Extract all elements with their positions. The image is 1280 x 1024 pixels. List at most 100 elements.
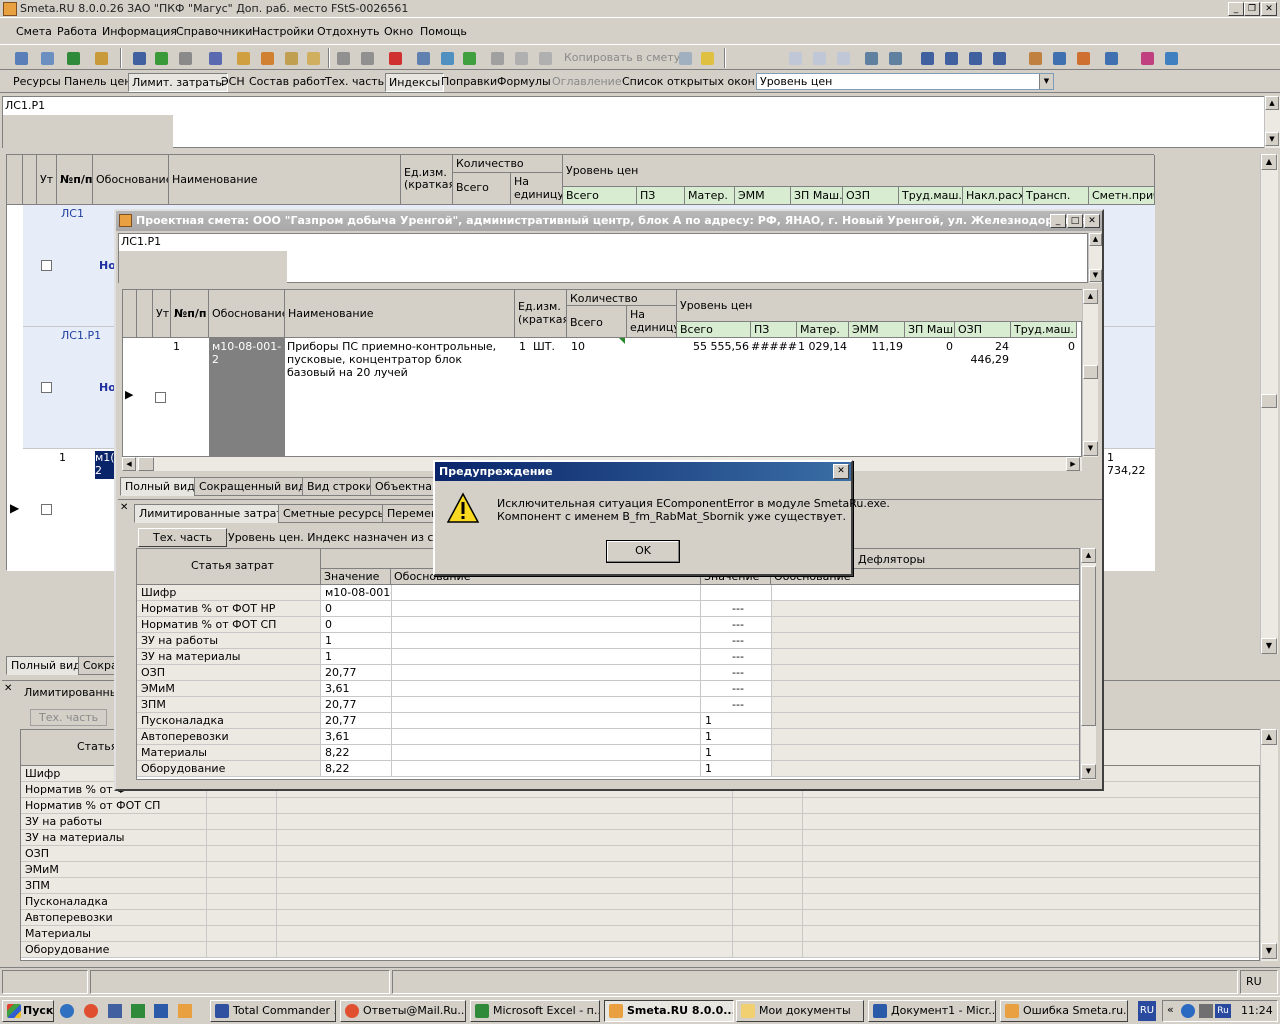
tool-icon-17[interactable] bbox=[1026, 49, 1044, 67]
row-checkbox[interactable] bbox=[41, 504, 52, 515]
list-item[interactable]: ЗУ на материалы 1 --- bbox=[137, 649, 1079, 665]
limited-costs-button[interactable]: Лимит. затраты bbox=[128, 73, 229, 92]
close-icon[interactable]: ✕ bbox=[120, 502, 128, 513]
tool-icon-pr[interactable] bbox=[834, 49, 852, 67]
col-qty[interactable]: Количество bbox=[453, 155, 563, 173]
list-item[interactable]: Норматив % от ФОТ СП bbox=[21, 798, 1259, 814]
col-zpm[interactable]: ЗП Маш. bbox=[791, 187, 843, 205]
child-col-ozp[interactable]: ОЗП bbox=[955, 322, 1011, 338]
value2-cell[interactable]: --- bbox=[703, 666, 771, 679]
list-item[interactable]: Пусконаладка 20,77 1 bbox=[137, 713, 1079, 729]
col-qty-per[interactable]: На единицу bbox=[511, 173, 563, 205]
menu-info[interactable]: Информация bbox=[102, 25, 177, 38]
menu-references[interactable]: Справочники bbox=[176, 25, 252, 38]
value2-cell[interactable]: --- bbox=[703, 698, 771, 711]
tool-icon-5[interactable] bbox=[258, 49, 276, 67]
copy-icon[interactable] bbox=[512, 49, 530, 67]
value-cell[interactable]: 8,22 bbox=[323, 746, 391, 759]
tech-part-button[interactable]: Тех. часть bbox=[138, 528, 228, 547]
task-smeta-error[interactable]: Ошибка Smeta.ru.... bbox=[1000, 1000, 1128, 1022]
col-smetn[interactable]: Сметн.приб bbox=[1089, 187, 1155, 205]
task-word-document[interactable]: Документ1 - Micr... bbox=[868, 1000, 996, 1022]
list-item[interactable]: ОЗП bbox=[21, 846, 1259, 862]
tab-estimate-resources[interactable]: Сметные ресурсы bbox=[278, 504, 392, 523]
child-code-scrollbar[interactable]: ▲ ▼ bbox=[1088, 233, 1102, 283]
col-qty-total[interactable]: Всего bbox=[453, 173, 511, 205]
menu-help[interactable]: Помощь bbox=[420, 25, 467, 38]
language-indicator[interactable]: RU bbox=[1138, 1001, 1156, 1021]
search-icon[interactable] bbox=[92, 49, 110, 67]
code-scrollbar[interactable]: ▲ ▼ bbox=[1264, 96, 1280, 148]
list-item[interactable]: ЗПМ 20,77 --- bbox=[137, 697, 1079, 713]
child-maximize-button[interactable]: □ bbox=[1067, 214, 1083, 228]
value-cell[interactable]: 1 bbox=[323, 650, 391, 663]
excel-quick-icon[interactable] bbox=[131, 1004, 145, 1018]
value2-cell[interactable]: 1 bbox=[703, 746, 771, 759]
start-button[interactable]: Пуск bbox=[2, 1000, 54, 1022]
tool-icon-21[interactable] bbox=[1162, 49, 1180, 67]
truck-icon[interactable] bbox=[1050, 49, 1068, 67]
tab-row-view[interactable]: Вид строки bbox=[302, 477, 378, 496]
list-item[interactable]: Материалы 8,22 1 bbox=[137, 745, 1079, 761]
value-cell[interactable]: 8,22 bbox=[323, 762, 391, 775]
child-grid-vscroll[interactable]: ▲ ▼ bbox=[1082, 289, 1098, 457]
value-cell[interactable]: 20,77 bbox=[323, 714, 391, 727]
child-col-trud[interactable]: Труд.маш. bbox=[1011, 322, 1077, 338]
word-quick-icon[interactable] bbox=[154, 1004, 168, 1018]
tool-icon-6[interactable] bbox=[282, 49, 300, 67]
delete-icon[interactable] bbox=[386, 49, 404, 67]
col-trud[interactable]: Труд.маш. bbox=[899, 187, 963, 205]
value-cell[interactable]: м10-08-001-2 bbox=[323, 586, 391, 599]
value-cell[interactable]: 20,77 bbox=[323, 666, 391, 679]
tray-expand-icon[interactable]: « bbox=[1167, 1003, 1174, 1016]
list-item[interactable]: Автоперевозки bbox=[21, 910, 1259, 926]
tool-icon-10[interactable] bbox=[414, 49, 432, 67]
value2-cell[interactable]: --- bbox=[703, 682, 771, 695]
list-item[interactable]: Норматив % от ФОТ НР 0 --- bbox=[137, 601, 1079, 617]
formulas-button[interactable]: Формулы bbox=[497, 75, 551, 88]
undo-icon[interactable] bbox=[176, 49, 194, 67]
col-price-level[interactable]: Уровень цен bbox=[563, 155, 1155, 187]
list-item[interactable]: Шифрм10-08-001-2 bbox=[137, 585, 1079, 601]
row-checkbox[interactable] bbox=[155, 392, 166, 403]
col-pz[interactable]: ПЗ bbox=[637, 187, 685, 205]
tool-icon-7[interactable] bbox=[304, 49, 322, 67]
paste-icon[interactable] bbox=[536, 49, 554, 67]
tool-icon-19[interactable] bbox=[1102, 49, 1120, 67]
col-unit[interactable]: Ед.изм. (краткая bbox=[401, 155, 453, 205]
list-item[interactable]: ЗУ на материалы bbox=[21, 830, 1259, 846]
close-button[interactable]: ✕ bbox=[1261, 2, 1277, 16]
tool-icon-13[interactable] bbox=[676, 49, 694, 67]
task-mail-answers[interactable]: Ответы@Mail.Ru.... bbox=[340, 1000, 466, 1022]
list-item[interactable]: ЭМиМ bbox=[21, 862, 1259, 878]
value2-cell[interactable]: --- bbox=[703, 650, 771, 663]
tool-icon-2[interactable] bbox=[38, 49, 56, 67]
dialog-close-button[interactable]: ✕ bbox=[833, 464, 849, 479]
tool-icon-15[interactable] bbox=[862, 49, 880, 67]
list-item[interactable]: Материалы bbox=[21, 926, 1259, 942]
refresh-icon[interactable] bbox=[152, 49, 170, 67]
col-ozp[interactable]: ОЗП bbox=[843, 187, 899, 205]
close-icon[interactable]: ✕ bbox=[4, 683, 12, 694]
col-name[interactable]: Наименование bbox=[169, 155, 401, 205]
col-num[interactable]: №п/п bbox=[57, 155, 93, 205]
menu-settings[interactable]: Настройки bbox=[252, 25, 314, 38]
quicklaunch-icon-1[interactable] bbox=[60, 1004, 74, 1018]
value2-cell[interactable]: 1 bbox=[703, 730, 771, 743]
col-total[interactable]: Всего bbox=[563, 187, 637, 205]
child-close-button[interactable]: ✕ bbox=[1084, 214, 1100, 228]
col-basis[interactable]: Обоснование bbox=[93, 155, 169, 205]
child-col-qty-per[interactable]: На единицу bbox=[627, 306, 677, 338]
esn-button[interactable]: ЭСН bbox=[221, 75, 245, 88]
col-mat[interactable]: Матер. bbox=[685, 187, 735, 205]
corrections-button[interactable]: Поправки bbox=[441, 75, 497, 88]
keyboard-tray-icon[interactable]: Ru bbox=[1215, 1004, 1231, 1018]
list-item[interactable]: Оборудование 8,22 1 bbox=[137, 761, 1079, 777]
child-col-mat[interactable]: Матер. bbox=[797, 322, 849, 338]
value-cell[interactable]: 3,61 bbox=[323, 682, 391, 695]
copy-to-estimate-button[interactable]: Копировать в смету bbox=[564, 51, 680, 64]
minimize-button[interactable]: _ bbox=[1228, 2, 1244, 16]
save-quick-icon[interactable] bbox=[108, 1004, 122, 1018]
price-panel-button[interactable]: Панель цен bbox=[64, 75, 131, 88]
tool-icon-3[interactable] bbox=[206, 49, 224, 67]
